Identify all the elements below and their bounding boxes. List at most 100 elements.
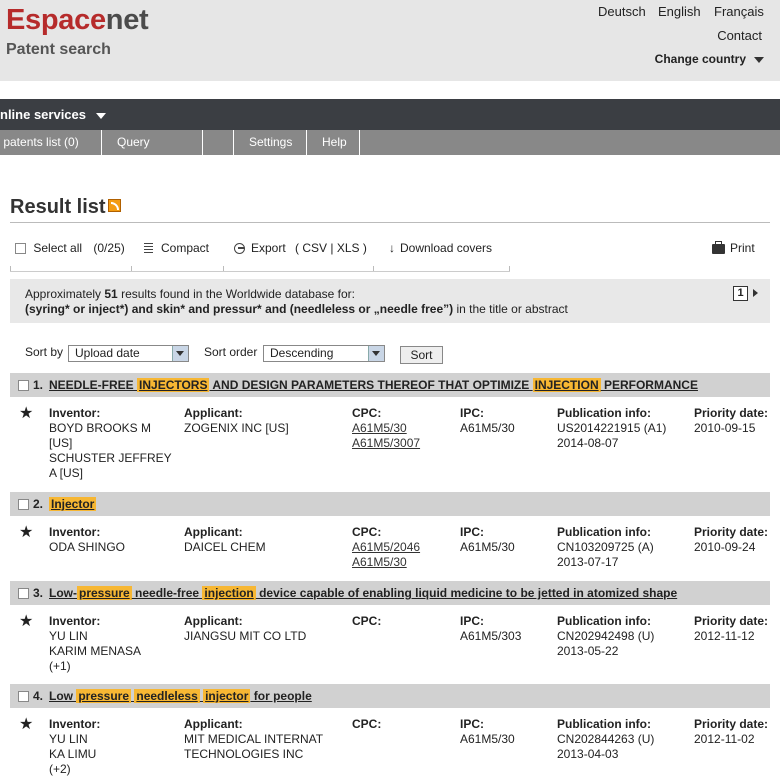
language-link-english[interactable]: English <box>658 4 701 19</box>
tab-query-history[interactable]: Query history <box>102 130 203 174</box>
title-text: NEEDLE-FREE <box>49 378 138 392</box>
sort-button[interactable]: Sort <box>400 346 443 364</box>
result-toolbar: Select all (0/25) Compact Export ( CSV |… <box>10 240 770 272</box>
column-header: Applicant: <box>184 717 243 731</box>
result-priority-value: 2010-09-15 <box>694 421 756 435</box>
export-button[interactable]: Export ( CSV | XLS ) <box>234 241 367 255</box>
cpc-link[interactable]: A61M5/30 <box>352 555 420 570</box>
column-header: Priority date: <box>694 614 769 628</box>
result-ipc-value: A61M5/303 <box>460 629 522 643</box>
result-header: 4. Low pressure needleless injector for p… <box>10 684 770 708</box>
result-publication-value: 2014-08-07 <box>557 436 619 450</box>
espacenet-logo[interactable]: Espacenet <box>6 4 149 37</box>
result-applicant-column: Applicant: MIT MEDICAL INTERNAT TECHNOLOGI… <box>184 717 323 762</box>
change-country-menu[interactable]: Change country <box>655 52 764 66</box>
sort-by-select[interactable]: Upload date <box>68 345 189 362</box>
result-inventor-column: Inventor: BOYD BROOKS M [US] SCHUSTER JEFFR… <box>49 406 172 481</box>
star-icon[interactable]: ★ <box>19 525 33 541</box>
result-checkbox[interactable] <box>18 691 29 702</box>
result-inventor-value: A [US] <box>49 466 84 480</box>
result-priority-column: Priority date: 2012-11-02 <box>694 717 768 747</box>
result-title-link[interactable]: Low pressure needleless injector for peo… <box>49 689 312 703</box>
result-inventor-column: Inventor: YU LIN KARIM MENASA (+1) <box>49 614 141 674</box>
star-icon[interactable]: ★ <box>19 406 33 422</box>
page-number[interactable]: 1 <box>733 286 748 301</box>
cpc-link[interactable]: A61M5/2046 <box>352 540 420 555</box>
compact-label: Compact <box>161 241 210 255</box>
sort-order-select[interactable]: Descending <box>263 345 385 362</box>
result-inventor-column: Inventor: YU LIN KA LIMU (+2) <box>49 717 100 777</box>
main-navbar: nline services <box>0 99 780 130</box>
print-button[interactable]: Print <box>712 240 755 255</box>
result-header: 3. Low-pressure needle-free injection dev… <box>10 581 770 605</box>
select-all-control[interactable]: Select all (0/25) <box>15 241 125 255</box>
rss-feed-icon[interactable] <box>108 199 121 212</box>
column-header: Inventor: <box>49 717 101 731</box>
online-services-menu[interactable]: nline services <box>0 107 106 122</box>
title-text: Low- <box>49 586 77 600</box>
list-icon <box>144 243 153 255</box>
cpc-link[interactable]: A61M5/30 <box>352 421 420 436</box>
tab-blank[interactable] <box>203 130 234 155</box>
column-header: Inventor: <box>49 614 101 628</box>
change-country-label: Change country <box>654 52 746 66</box>
star-icon[interactable]: ★ <box>19 717 33 733</box>
highlighted-term: INJECTION <box>532 378 601 392</box>
language-link-francais[interactable]: Français <box>714 4 764 19</box>
download-covers-button[interactable]: ↓ Download covers <box>389 241 492 255</box>
column-header: Priority date: <box>694 406 769 420</box>
result-checkbox[interactable] <box>18 380 29 391</box>
column-header: Publication info: <box>557 717 651 731</box>
result-title-link[interactable]: Injector <box>49 497 97 511</box>
column-header: Priority date: <box>694 717 769 731</box>
arrow-down-icon: ↓ <box>389 241 395 255</box>
cpc-link[interactable]: A61M5/3007 <box>352 436 420 451</box>
select-all-checkbox[interactable] <box>15 243 26 255</box>
tab-settings[interactable]: Settings <box>234 130 307 155</box>
results-count-line: Approximately 51 results found in the Wo… <box>25 287 355 301</box>
tab-my-patents-list[interactable]: y patents list (0) <box>0 130 102 155</box>
result-checkbox[interactable] <box>18 499 29 510</box>
column-header: IPC: <box>460 717 484 731</box>
select-count: (0/25) <box>93 241 125 255</box>
divider <box>10 222 770 223</box>
language-link-deutsch[interactable]: Deutsch <box>598 4 646 19</box>
result-title-link[interactable]: NEEDLE-FREE INJECTORS AND DESIGN PARAMET… <box>49 378 698 392</box>
sort-by-label: Sort by <box>25 345 64 359</box>
export-formats: ( CSV | XLS ) <box>295 241 367 255</box>
chevron-down-icon <box>754 56 764 63</box>
result-priority-column: Priority date: 2010-09-24 <box>694 525 768 555</box>
tab-help[interactable]: Help <box>307 130 360 155</box>
chevron-down-icon <box>172 346 188 361</box>
highlighted-term: injection <box>202 586 256 600</box>
printer-icon <box>712 240 725 254</box>
contact-link[interactable]: Contact <box>717 28 762 43</box>
result-publication-column: Publication info: CN202942498 (U) 2013-05-… <box>557 614 654 659</box>
title-text: Low <box>49 689 77 703</box>
column-header: Publication info: <box>557 614 651 628</box>
result-publication-value: 2013-07-17 <box>557 555 619 569</box>
result-inventor-value: KARIM MENASA <box>49 644 142 658</box>
next-page-icon[interactable] <box>753 289 758 297</box>
result-publication-column: Publication info: US2014221915 (A1) 2014-0… <box>557 406 666 451</box>
result-number: 2. <box>33 497 44 511</box>
result-checkbox[interactable] <box>18 588 29 599</box>
highlighted-term: Injector <box>49 497 97 511</box>
result-inventor-value: (+1) <box>49 659 71 673</box>
compact-button[interactable]: Compact <box>144 241 209 255</box>
column-header: IPC: <box>460 525 484 539</box>
star-icon[interactable]: ★ <box>19 614 33 630</box>
result-title-link[interactable]: Low-pressure needle-free injection devic… <box>49 586 677 600</box>
result-inventor-value: SCHUSTER JEFFREY <box>49 451 172 465</box>
result-priority-column: Priority date: 2012-11-12 <box>694 614 768 644</box>
chevron-down-icon <box>96 112 106 119</box>
highlighted-term: injector <box>203 689 251 703</box>
result-ipc-column: IPC: A61M5/30 <box>460 525 515 555</box>
result-priority-value: 2012-11-02 <box>694 732 755 746</box>
divider <box>10 271 510 272</box>
result-applicant-value: TECHNOLOGIES INC <box>184 747 304 761</box>
summary-text: results found in the Worldwide database … <box>117 287 355 301</box>
column-header: Applicant: <box>184 406 243 420</box>
result-cpc-column: CPC: A61M5/2046 A61M5/30 <box>352 525 420 570</box>
result-ipc-value: A61M5/30 <box>460 732 515 746</box>
